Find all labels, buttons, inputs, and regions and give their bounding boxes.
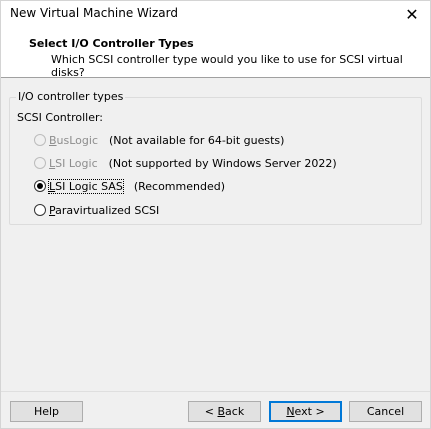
scsi-controller-label: SCSI Controller: [17, 111, 104, 124]
cancel-button[interactable]: Cancel [349, 401, 422, 422]
page-subtitle: Which SCSI controller type would you lik… [51, 53, 403, 79]
radio-option-lsi-logic[interactable]: LSI Logic (Not supported by Windows Serv… [34, 155, 337, 171]
close-icon[interactable]: ✕ [400, 3, 424, 25]
option-label-buslogic: BusLogic [49, 133, 99, 147]
radio-button-lsi-logic[interactable] [34, 157, 46, 169]
next-button[interactable]: Next > [269, 401, 342, 422]
next-rest: ext > [294, 405, 325, 418]
option-label-lsi-logic: LSI Logic [49, 156, 98, 170]
option-label-lsi-logic-sas: LSI Logic SAS [48, 178, 124, 194]
back-accel: B [217, 405, 226, 418]
radio-option-buslogic[interactable]: BusLogic (Not available for 64-bit guest… [34, 132, 284, 148]
wizard-window: New Virtual Machine Wizard ✕ Select I/O … [0, 0, 431, 429]
page-title: Select I/O Controller Types [29, 37, 194, 50]
radio-selected-dot [37, 183, 43, 189]
radio-option-lsi-logic-sas[interactable]: LSI Logic SAS (Recommended) [34, 178, 225, 194]
option-note-buslogic: (Not available for 64-bit guests) [109, 133, 285, 147]
radio-button-buslogic[interactable] [34, 134, 46, 146]
next-accel: N [286, 405, 295, 418]
back-rest: ack [225, 405, 245, 418]
radio-button-paravirtualized-scsi[interactable] [34, 204, 46, 216]
option-label-paravirtualized-scsi: Paravirtualized SCSI [49, 203, 160, 217]
window-title: New Virtual Machine Wizard [10, 6, 178, 20]
wizard-header: Select I/O Controller Types Which SCSI c… [1, 27, 430, 79]
footer-divider [1, 391, 430, 392]
group-legend: I/O controller types [16, 90, 126, 103]
help-button[interactable]: Help [10, 401, 83, 422]
option-note-lsi-logic-sas: (Recommended) [133, 179, 225, 193]
title-bar: New Virtual Machine Wizard ✕ [1, 1, 430, 27]
option-note-lsi-logic: (Not supported by Windows Server 2022) [108, 156, 337, 170]
radio-option-paravirtualized-scsi[interactable]: Paravirtualized SCSI [34, 202, 159, 218]
back-prefix: < [204, 405, 214, 418]
back-button[interactable]: < Back [188, 401, 261, 422]
radio-button-lsi-logic-sas[interactable] [34, 180, 46, 192]
